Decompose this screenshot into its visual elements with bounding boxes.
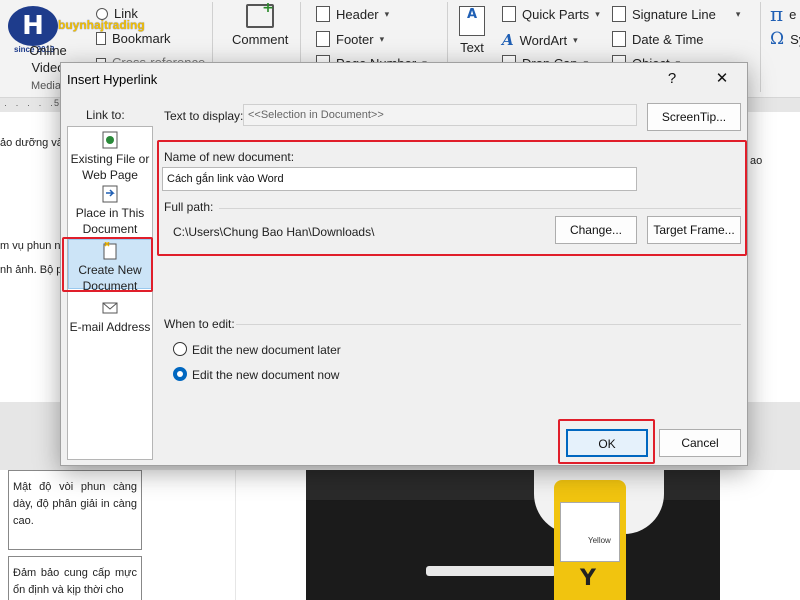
link-to-create-new-document[interactable]: Create New Document <box>68 239 152 293</box>
close-button[interactable]: ✕ <box>699 63 745 95</box>
divider <box>236 324 741 325</box>
comment-icon: + <box>246 0 275 28</box>
link-to-label: Link to: <box>86 108 125 122</box>
screentip-button[interactable]: ScreenTip... <box>647 103 741 131</box>
new-document-icon <box>101 241 119 260</box>
chevron-down-icon: ▾ <box>735 8 741 19</box>
edit-later-label[interactable]: Edit the new document later <box>192 343 341 357</box>
table-cell: Đảm bảo cung cấp mực ổn định và kịp thời… <box>8 556 142 600</box>
media-group-label: Media <box>31 80 61 92</box>
date-time-button[interactable]: Date & Time <box>612 31 704 47</box>
help-button[interactable]: ? <box>649 63 695 95</box>
document-line: nh ảnh. Bộ ph <box>0 264 69 276</box>
link-icon <box>96 7 108 20</box>
table-cell: Mật độ vòi phun càng dày, độ phân giải i… <box>8 470 142 550</box>
calendar-icon <box>612 31 626 47</box>
web-page-icon <box>101 131 119 149</box>
symbol-button[interactable]: ΩSy <box>770 29 800 49</box>
change-button[interactable]: Change... <box>555 216 637 244</box>
footer-icon <box>316 31 330 47</box>
quick-parts-button[interactable]: Quick Parts ▾ <box>502 6 600 22</box>
chevron-down-icon: ▾ <box>379 33 385 44</box>
chevron-down-icon: ▾ <box>573 34 578 45</box>
pi-icon: π <box>770 2 784 26</box>
document-line: ảo dưỡng và <box>0 137 63 149</box>
text-to-display-field[interactable]: <<Selection in Document>> <box>243 104 637 126</box>
document-page-left <box>0 112 60 402</box>
wordart-icon: A <box>502 31 514 49</box>
bottle-letter: Y <box>580 566 596 591</box>
divider <box>219 208 741 209</box>
target-frame-button[interactable]: Target Frame... <box>647 216 741 244</box>
bookmark-icon <box>96 32 106 45</box>
equation-button[interactable]: πe <box>770 2 796 26</box>
edit-now-radio[interactable] <box>173 367 187 381</box>
full-path-value: C:\Users\Chung Bao Han\Downloads\ <box>173 225 375 239</box>
ruler-mark: 5 <box>54 98 60 108</box>
name-of-new-document-label: Name of new document: <box>164 150 295 164</box>
chevron-down-icon: ▾ <box>595 8 600 19</box>
text-box-button[interactable]: A Text <box>459 6 485 55</box>
document-line: m vụ phun n <box>0 240 61 252</box>
cancel-button[interactable]: Cancel <box>659 429 741 457</box>
dialog-title: Insert Hyperlink <box>67 72 158 87</box>
bookmark-button[interactable]: Bookmark <box>96 31 171 46</box>
place-in-document-icon <box>101 185 119 203</box>
document-line: ao <box>750 155 763 167</box>
edit-later-radio[interactable] <box>173 342 187 356</box>
edit-now-label[interactable]: Edit the new document now <box>192 368 339 382</box>
chevron-down-icon: ▾ <box>384 8 390 19</box>
link-button[interactable]: Link <box>96 6 138 21</box>
insert-hyperlink-dialog: Insert Hyperlink ? ✕ Link to: Existing F… <box>60 62 748 466</box>
bottle-label <box>560 502 620 562</box>
wordart-button[interactable]: A WordArt ▾ <box>502 31 578 49</box>
text-to-display-label: Text to display: <box>164 109 244 123</box>
ink-tube <box>426 566 556 576</box>
header-icon <box>316 6 330 22</box>
link-to-panel: Existing File or Web Page Place in This … <box>67 126 153 460</box>
header-button[interactable]: Header ▾ <box>316 6 389 22</box>
text-box-icon: A <box>459 6 485 36</box>
link-to-email-address[interactable]: E-mail Address <box>68 299 152 335</box>
bottle-label-text: Yellow <box>588 536 611 545</box>
new-document-name-input[interactable]: Cách gắn link vào Word <box>162 167 637 191</box>
when-to-edit-label: When to edit: <box>164 317 235 331</box>
ribbon-separator <box>760 2 761 92</box>
quick-parts-icon <box>502 6 516 22</box>
footer-button[interactable]: Footer ▾ <box>316 31 384 47</box>
signature-line-icon <box>612 6 626 22</box>
signature-line-button[interactable]: Signature Line ▾ <box>612 6 740 22</box>
comment-button[interactable]: + Comment <box>232 0 288 47</box>
omega-icon: Ω <box>770 29 785 49</box>
ruler: · · · · · 5 <box>4 98 60 110</box>
full-path-label: Full path: <box>164 200 214 214</box>
ok-button[interactable]: OK <box>566 429 648 457</box>
link-to-existing-file[interactable]: Existing File or Web Page <box>68 131 152 183</box>
printer-ink-photo: Yellow Y <box>306 470 720 600</box>
email-icon <box>101 299 119 317</box>
link-to-place-in-document[interactable]: Place in This Document <box>68 185 152 237</box>
logo-mark-icon: H <box>8 6 58 46</box>
document-table: Mật độ vòi phun càng dày, độ phân giải i… <box>0 470 150 600</box>
